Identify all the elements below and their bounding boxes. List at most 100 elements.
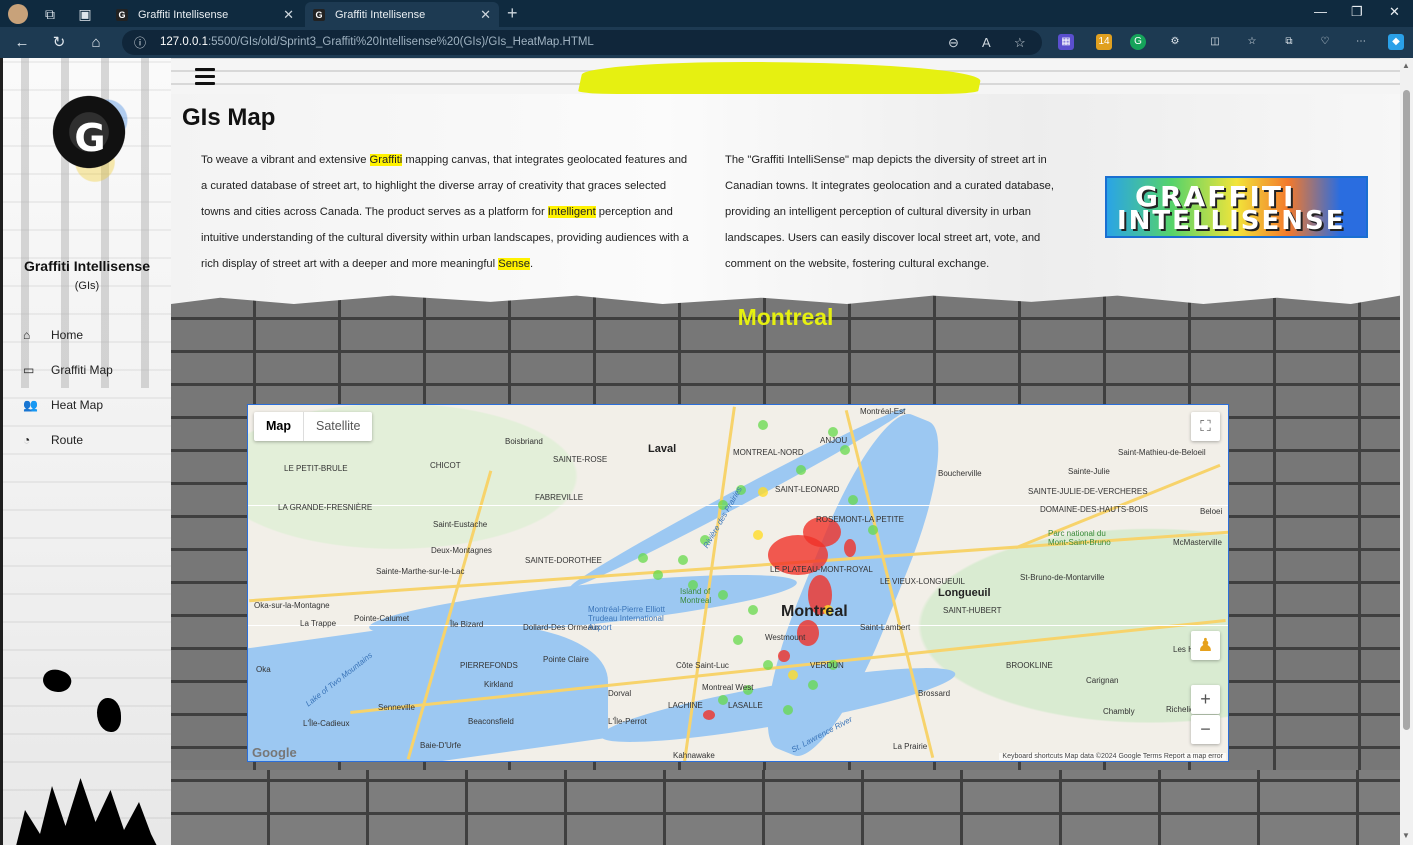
extension-icon[interactable]: ▦: [1058, 34, 1074, 50]
url-field[interactable]: ⓘ 127.0.0.1:5500/GIs/old/Sprint3_Graffit…: [122, 30, 1042, 55]
map-label: Oka-sur-la-Montagne: [254, 601, 330, 610]
heat-cluster-high: [844, 539, 856, 557]
tab-favicon: G: [313, 8, 325, 21]
heat-point-low: [638, 553, 648, 563]
map-label: Sainte-Julie: [1068, 467, 1110, 476]
site-info-icon[interactable]: ⓘ: [134, 34, 146, 51]
highlight-word: Sense: [498, 258, 530, 270]
extension-badge-icon[interactable]: 14: [1096, 34, 1112, 50]
heat-point-low: [796, 465, 806, 475]
map-label: SAINT-HUBERT: [943, 606, 1002, 615]
close-window-icon[interactable]: ✕: [1389, 4, 1400, 20]
sidebar-item-label: Graffiti Map: [51, 363, 113, 377]
home-icon[interactable]: ⌂: [86, 33, 106, 53]
extensions-icon[interactable]: ⚙: [1167, 34, 1183, 50]
map-label: SAINTE-DOROTHEE: [525, 556, 602, 565]
map-label: LE PETIT-BRULE: [284, 464, 348, 473]
sidebar-item-label: Heat Map: [51, 398, 104, 412]
map-label: SAINT-LEONARD: [775, 485, 840, 494]
profile-avatar[interactable]: [8, 4, 28, 24]
sidebar-item-heat-map[interactable]: 👥 Heat Map: [23, 395, 103, 415]
sidebar-item-graffiti-map[interactable]: ▭ Graffiti Map: [23, 360, 113, 380]
zoom-icon[interactable]: ⊖: [948, 35, 959, 51]
map-label: VERDUN: [810, 661, 844, 670]
heat-point-low: [718, 695, 728, 705]
collections-icon[interactable]: ⧉: [1281, 34, 1297, 50]
heat-point-low: [653, 570, 663, 580]
sidebar: G Graffiti Intellisense (GIs) ⌂ Home ▭ G…: [3, 58, 171, 845]
paint-splat: [97, 698, 121, 732]
map-label: LACHINE: [668, 701, 703, 710]
new-tab-icon[interactable]: +: [507, 3, 518, 24]
split-screen-icon[interactable]: ◫: [1207, 34, 1223, 50]
map-label: Montréal-Pierre Elliott Trudeau Internat…: [588, 605, 665, 632]
more-menu-icon[interactable]: ⋯: [1353, 34, 1369, 50]
tab-title: Graffiti Intellisense: [335, 8, 426, 21]
map-label: Saint-Lambert: [860, 623, 911, 632]
tab-title: Graffiti Intellisense: [138, 8, 229, 21]
map-label: SAINTE-ROSE: [553, 455, 608, 464]
map-label: FABREVILLE: [535, 493, 584, 502]
heat-point-low: [848, 495, 858, 505]
brick-footer: [171, 770, 1400, 845]
scroll-up-icon[interactable]: ▲: [1402, 61, 1410, 70]
browser-tab-1[interactable]: G Graffiti Intellisense ✕: [108, 2, 302, 27]
map-label: LASALLE: [728, 701, 763, 710]
browser-essentials-icon[interactable]: ♡: [1317, 34, 1333, 50]
map-label: Oka: [256, 665, 271, 674]
map-label: Senneville: [378, 703, 415, 712]
map-label: Côte Saint-Luc: [676, 661, 729, 670]
street-view-pegman[interactable]: ♟: [1191, 631, 1220, 660]
favorites-icon[interactable]: ☆: [1244, 34, 1260, 50]
monitor-icon: ▭: [23, 363, 35, 377]
map-label: Saint-Mathieu-de-Beloeil: [1118, 448, 1206, 457]
city-heading: Montreal: [737, 304, 834, 330]
scroll-down-icon[interactable]: ▼: [1402, 831, 1410, 840]
tab-close-icon[interactable]: ✕: [283, 7, 294, 23]
minimize-icon[interactable]: —: [1314, 4, 1327, 19]
tab-close-icon[interactable]: ✕: [480, 7, 491, 23]
map-label: La Trappe: [300, 619, 337, 628]
fullscreen-button[interactable]: ⛶: [1191, 412, 1220, 441]
zoom-in-button[interactable]: +: [1191, 685, 1220, 714]
brand-abbreviation: (GIs): [74, 280, 100, 292]
grammarly-icon[interactable]: G: [1130, 34, 1146, 50]
page-scrollbar[interactable]: ▲ ▼: [1400, 58, 1413, 845]
sidebar-item-route[interactable]: ◔ Route: [23, 430, 83, 450]
map-label: Montreal West: [702, 683, 754, 692]
heat-point-low: [808, 680, 818, 690]
map-type-satellite-button[interactable]: Satellite: [304, 412, 372, 441]
heat-point-low: [763, 660, 773, 670]
map-label: Parc national du Mont-Saint-Bruno: [1048, 529, 1111, 547]
map-label: Baie-D'Urfe: [420, 741, 462, 750]
hamburger-menu-icon[interactable]: [195, 68, 215, 86]
browser-tab-2[interactable]: G Graffiti Intellisense ✕: [305, 2, 499, 27]
map-label: LE VIEUX-LONGUEUIL: [880, 577, 965, 586]
heat-cluster-high: [778, 650, 790, 662]
heat-point-low: [783, 705, 793, 715]
map-label: Montreal: [781, 603, 848, 620]
map-label: ROSEMONT-LA PETITE: [816, 515, 905, 524]
read-aloud-icon[interactable]: A: [982, 35, 991, 50]
heat-point-low: [840, 445, 850, 455]
refresh-icon[interactable]: ↻: [49, 33, 69, 53]
sidebar-item-home[interactable]: ⌂ Home: [23, 325, 83, 345]
map-label: SAINTE-JULIE-DE-VERCHERES: [1028, 487, 1148, 496]
pegman-icon: ♟: [1197, 635, 1214, 655]
map-label: CHICOT: [430, 461, 461, 470]
scrollbar-thumb[interactable]: [1403, 90, 1410, 730]
restore-icon[interactable]: ❐: [1351, 4, 1363, 20]
tab-actions-icon[interactable]: ▣: [75, 4, 95, 24]
map-attribution[interactable]: Keyboard shortcuts Map data ©2024 Google…: [999, 753, 1226, 760]
workspaces-icon[interactable]: ⧉: [40, 4, 60, 24]
sidebar-item-label: Home: [51, 328, 84, 342]
intro-paragraph: To weave a vibrant and extensive Graffit…: [201, 154, 689, 270]
map-type-map-button[interactable]: Map: [254, 412, 304, 441]
heat-map[interactable]: Montreal Laval Longueuil Boisbriand Sain…: [247, 404, 1229, 762]
highlight-word: Graffiti: [369, 154, 403, 166]
favorite-star-icon[interactable]: ☆: [1014, 35, 1026, 51]
map-label: St-Bruno-de-Montarville: [1020, 573, 1105, 582]
copilot-icon[interactable]: ◆: [1388, 34, 1404, 50]
back-icon[interactable]: ←: [12, 33, 32, 53]
zoom-out-button[interactable]: −: [1191, 715, 1220, 744]
